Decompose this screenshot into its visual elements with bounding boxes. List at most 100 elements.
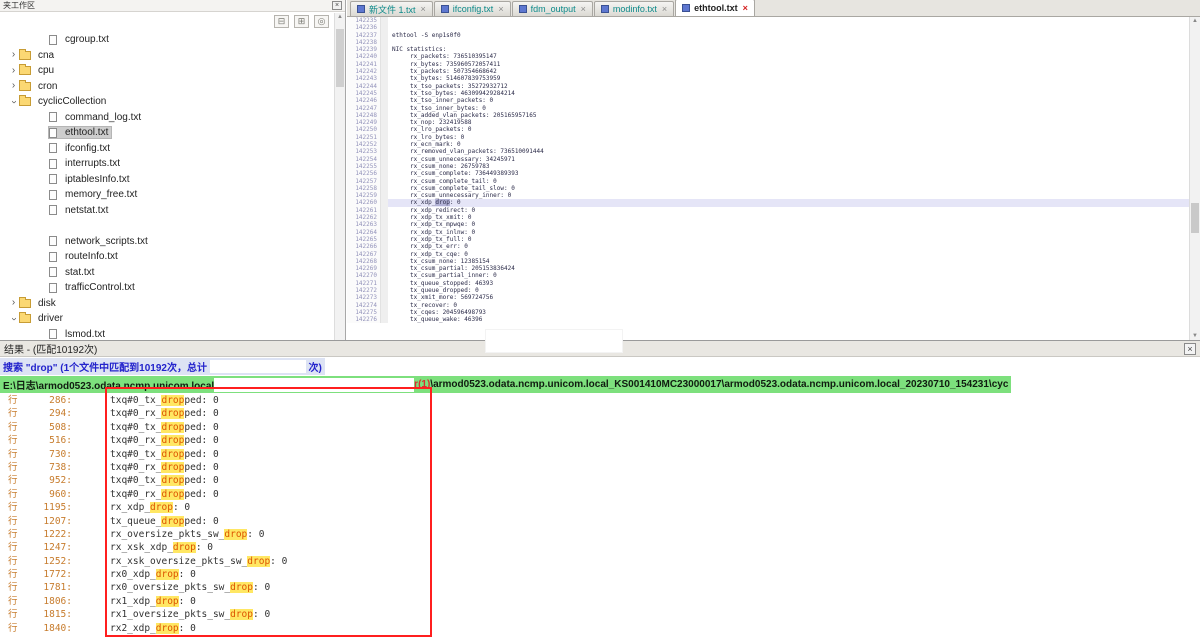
editor-line[interactable]: 142261 rx_xdp_redirect: 0 <box>347 207 1189 214</box>
editor-line[interactable]: 142244 tx_tso_packets: 35272932712 <box>347 83 1189 90</box>
tree-item-iptablesInfo.txt[interactable]: iptablesInfo.txt <box>0 172 334 188</box>
tab-close-icon[interactable]: × <box>743 4 748 13</box>
scrollbar-thumb[interactable] <box>1191 203 1199 233</box>
result-row[interactable]: 行952:txq#0_tx_dropped: 0 <box>0 474 1200 487</box>
workspace-scrollbar[interactable]: ▲ <box>334 13 345 340</box>
editor-line[interactable]: 142235 <box>347 17 1189 24</box>
collapse-all-icon[interactable]: ⊟ <box>274 15 289 28</box>
editor-line[interactable]: 142237ethtool -S enp1s0f0 <box>347 32 1189 39</box>
tree-item-cpu[interactable]: ›cpu <box>0 63 334 79</box>
search-summary-line[interactable]: 搜索 "drop" (1个文件中匹配到10192次，总计 次) <box>0 357 1200 375</box>
editor-line[interactable]: 142251 rx_lro_bytes: 0 <box>347 134 1189 141</box>
editor-line[interactable]: 142264 rx_xdp_tx_inlnw: 0 <box>347 229 1189 236</box>
tree-item-netstat.txt[interactable]: netstat.txt <box>0 203 334 219</box>
scrollbar-thumb[interactable] <box>336 29 344 87</box>
tree-item-routeInfo.txt[interactable]: routeInfo.txt <box>0 249 334 265</box>
tab-modinfo.txt[interactable]: modinfo.txt× <box>594 1 674 16</box>
editor-line[interactable]: 142269 tx_csum_partial: 205153836424 <box>347 265 1189 272</box>
editor-line[interactable]: 142268 tx_csum_none: 12385154 <box>347 258 1189 265</box>
tree-item-interrupts.txt[interactable]: interrupts.txt <box>0 156 334 172</box>
editor-line[interactable]: 142254 rx_csum_unnecessary: 34245971 <box>347 156 1189 163</box>
tab-close-icon[interactable]: × <box>498 5 503 14</box>
result-row[interactable]: 行960:txq#0_rx_dropped: 0 <box>0 488 1200 501</box>
workspace-close-icon[interactable]: × <box>332 1 342 10</box>
editor-line[interactable]: 142270 tx_csum_partial_inner: 0 <box>347 272 1189 279</box>
editor-line[interactable]: 142239NIC statistics: <box>347 46 1189 53</box>
editor-line[interactable]: 142253 rx_removed_vlan_packets: 73651009… <box>347 148 1189 155</box>
tree-item-lsmod.txt[interactable]: lsmod.txt <box>0 327 334 341</box>
tree-item-cna[interactable]: ›cna <box>0 48 334 64</box>
result-row[interactable]: 行294:txq#0_rx_dropped: 0 <box>0 407 1200 420</box>
tree-item-command_log.txt[interactable]: command_log.txt <box>0 110 334 126</box>
tree-item-cron[interactable]: ›cron <box>0 79 334 95</box>
editor-code[interactable]: 142235142236142237ethtool -S enp1s0f0142… <box>347 17 1189 340</box>
editor-line[interactable]: 142259 rx_csum_unnecessary_inner: 0 <box>347 192 1189 199</box>
editor-line[interactable]: 142274 tx_recover: 0 <box>347 302 1189 309</box>
result-row[interactable]: 行738:txq#0_rx_dropped: 0 <box>0 461 1200 474</box>
result-file-path-line[interactable]: E:\日志\armod0523.odata.ncmp.unicom.localr… <box>0 375 1200 394</box>
scroll-up-icon[interactable]: ▲ <box>335 14 345 20</box>
results-close-icon[interactable]: × <box>1184 343 1196 355</box>
result-row[interactable]: 行1815:rx1_oversize_pkts_sw_drop: 0 <box>0 608 1200 621</box>
tree-item-ethtool.txt[interactable]: ethtool.txt <box>0 125 334 141</box>
tree-item-disk[interactable]: ›disk <box>0 296 334 312</box>
tree-item-trafficControl.txt[interactable]: trafficControl.txt <box>0 280 334 296</box>
tab-ifconfig.txt[interactable]: ifconfig.txt× <box>434 1 511 16</box>
editor-line[interactable]: 142255 rx_csum_none: 26759783 <box>347 163 1189 170</box>
editor-line[interactable]: 142276 tx_queue_wake: 46396 <box>347 316 1189 323</box>
tab-新文件 1.txt[interactable]: 新文件 1.txt× <box>350 1 433 16</box>
editor-line[interactable]: 142262 rx_xdp_tx_xmit: 0 <box>347 214 1189 221</box>
editor-line[interactable]: 142238 <box>347 39 1189 46</box>
editor-line[interactable]: 142250 rx_lro_packets: 0 <box>347 126 1189 133</box>
result-row[interactable]: 行1252:rx_xsk_oversize_pkts_sw_drop: 0 <box>0 555 1200 568</box>
tab-close-icon[interactable]: × <box>581 5 586 14</box>
editor-line[interactable]: 142272 tx_queue_dropped: 0 <box>347 287 1189 294</box>
editor-line[interactable]: 142266 rx_xdp_tx_err: 0 <box>347 243 1189 250</box>
tree-item-stat.txt[interactable]: stat.txt <box>0 265 334 281</box>
tab-close-icon[interactable]: × <box>662 5 667 14</box>
result-row[interactable]: 行1222:rx_oversize_pkts_sw_drop: 0 <box>0 528 1200 541</box>
tab-ethtool.txt[interactable]: ethtool.txt× <box>675 0 755 16</box>
editor-scrollbar[interactable]: ▲ ▼ <box>1189 17 1200 340</box>
tree-item-memory_free.txt[interactable]: memory_free.txt <box>0 187 334 203</box>
result-row[interactable]: 行516:txq#0_rx_dropped: 0 <box>0 434 1200 447</box>
editor-line[interactable]: 142260 rx_xdp_drop: 0 <box>347 199 1189 206</box>
tree-item-network_scripts.txt[interactable]: network_scripts.txt <box>0 234 334 250</box>
editor-line[interactable]: 142263 rx_xdp_tx_mpwqe: 0 <box>347 221 1189 228</box>
scroll-down-icon[interactable]: ▼ <box>1190 333 1200 339</box>
result-row[interactable]: 行730:txq#0_tx_dropped: 0 <box>0 448 1200 461</box>
editor-line[interactable]: 142252 rx_ecn_mark: 0 <box>347 141 1189 148</box>
editor-line[interactable]: 142256 rx_csum_complete: 736449389393 <box>347 170 1189 177</box>
tree-item-cyclicCollection[interactable]: ›cyclicCollection <box>0 94 334 110</box>
editor-line[interactable]: 142246 tx_tso_inner_packets: 0 <box>347 97 1189 104</box>
editor-line[interactable]: 142248 tx_added_vlan_packets: 2051659571… <box>347 112 1189 119</box>
result-row[interactable]: 行286:txq#0_tx_dropped: 0 <box>0 394 1200 407</box>
editor-line[interactable]: 142249 tx_nop: 232419588 <box>347 119 1189 126</box>
result-row[interactable]: 行1247:rx_xsk_xdp_drop: 0 <box>0 541 1200 554</box>
editor-line[interactable]: 142243 tx_bytes: 514607839753959 <box>347 75 1189 82</box>
result-row[interactable]: 行1772:rx0_xdp_drop: 0 <box>0 568 1200 581</box>
editor-line[interactable]: 142245 tx_tso_bytes: 463099429284214 <box>347 90 1189 97</box>
editor-line[interactable]: 142240 rx_packets: 736510395147 <box>347 53 1189 60</box>
editor-line[interactable]: 142242 tx_packets: 507354668642 <box>347 68 1189 75</box>
editor-line[interactable]: 142236 <box>347 24 1189 31</box>
editor-line[interactable]: 142273 tx_xmit_more: 569724756 <box>347 294 1189 301</box>
editor-line[interactable]: 142257 rx_csum_complete_tail: 0 <box>347 178 1189 185</box>
tree-item-cgroup.txt[interactable]: cgroup.txt <box>0 32 334 48</box>
editor-line[interactable]: 142267 rx_xdp_tx_cqe: 0 <box>347 251 1189 258</box>
tab-close-icon[interactable]: × <box>421 5 426 14</box>
expand-all-icon[interactable]: ⊞ <box>294 15 309 28</box>
editor-line[interactable]: 142241 rx_bytes: 735960572057411 <box>347 61 1189 68</box>
tab-fdm_output[interactable]: fdm_output× <box>512 1 593 16</box>
editor-line[interactable]: 142258 rx_csum_complete_tail_slow: 0 <box>347 185 1189 192</box>
result-row[interactable]: 行1207:tx_queue_dropped: 0 <box>0 515 1200 528</box>
editor-line[interactable]: 142275 tx_cqes: 204596498793 <box>347 309 1189 316</box>
editor-line[interactable]: 142247 tx_tso_inner_bytes: 0 <box>347 105 1189 112</box>
tree-item-driver[interactable]: ›driver <box>0 311 334 327</box>
editor-line[interactable]: 142271 tx_queue_stopped: 46393 <box>347 280 1189 287</box>
result-row[interactable]: 行1195:rx_xdp_drop: 0 <box>0 501 1200 514</box>
scroll-up-icon[interactable]: ▲ <box>1190 18 1200 24</box>
result-row[interactable]: 行1806:rx1_xdp_drop: 0 <box>0 595 1200 608</box>
editor-line[interactable]: 142265 rx_xdp_tx_full: 0 <box>347 236 1189 243</box>
result-row[interactable]: 行1781:rx0_oversize_pkts_sw_drop: 0 <box>0 581 1200 594</box>
